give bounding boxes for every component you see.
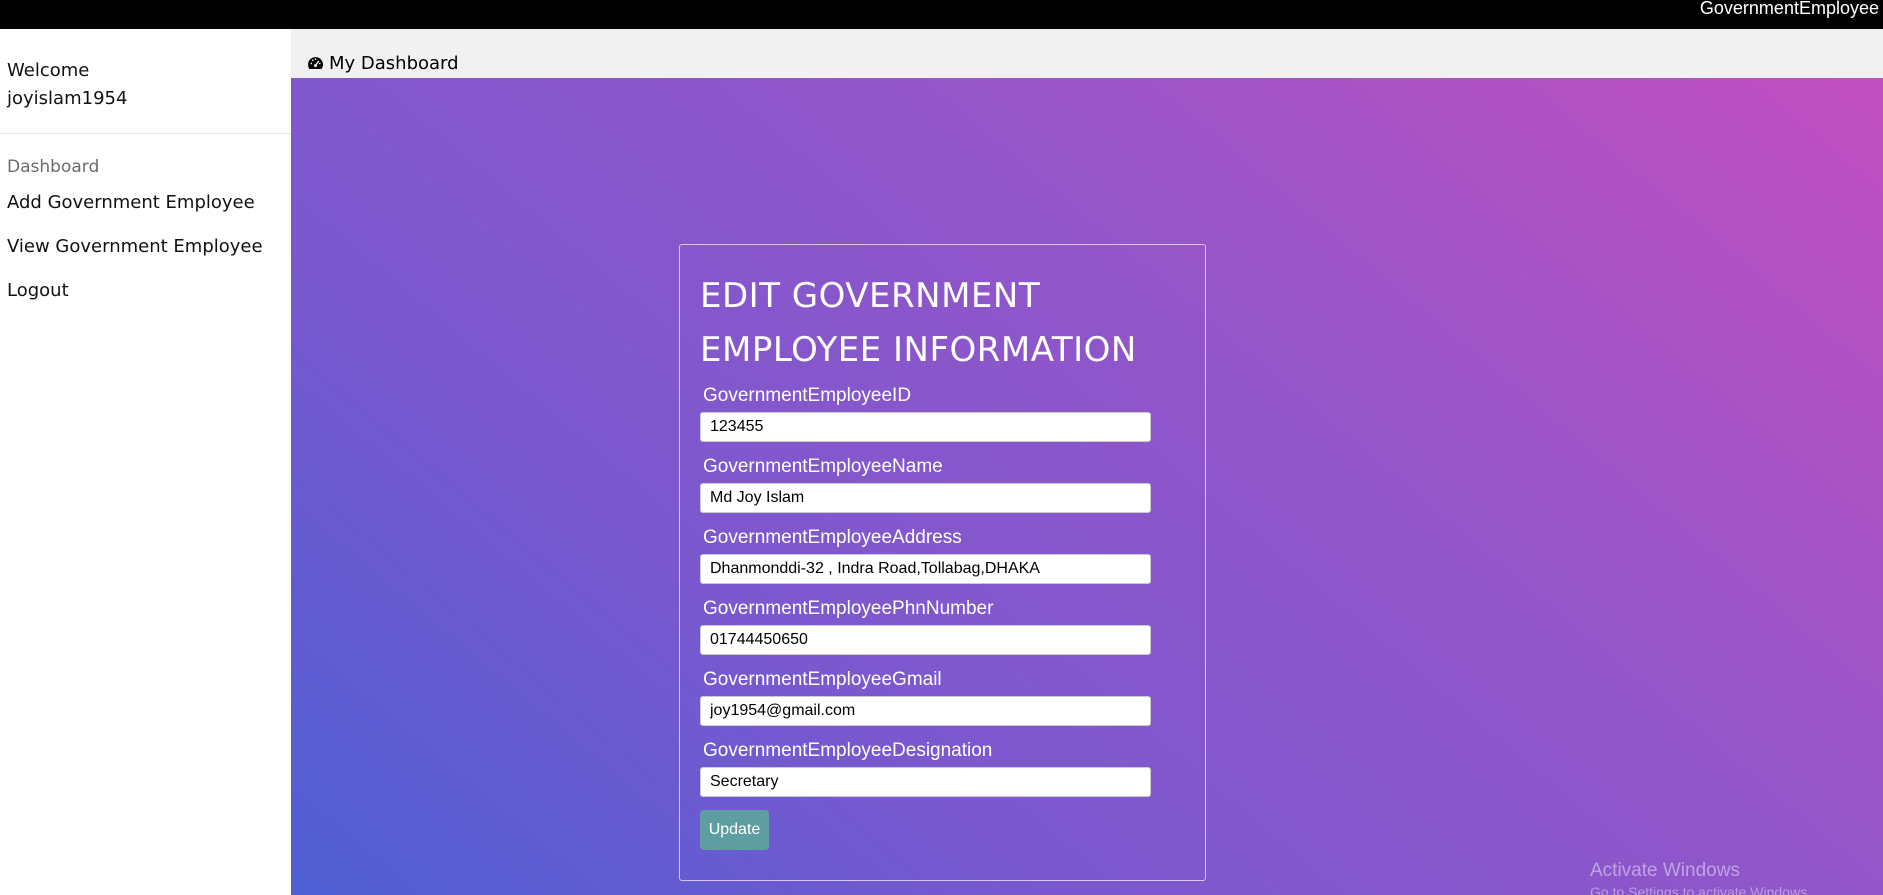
update-button[interactable]: Update — [700, 810, 769, 850]
activate-windows-watermark: Activate Windows — [1590, 860, 1740, 881]
employee-id-label: GovernmentEmployeeID — [703, 385, 912, 406]
sidebar: Welcome joyislam1954 Dashboard Add Gover… — [0, 29, 291, 895]
dashboard-title: My Dashboard — [329, 53, 459, 74]
activate-windows-subtitle: Go to Settings to activate Windows. — [1590, 884, 1811, 895]
top-navbar: GovernmentEmployee — [0, 0, 1883, 29]
sidebar-item-logout[interactable]: Logout — [7, 280, 69, 301]
sidebar-item-view-employee[interactable]: View Government Employee — [7, 236, 263, 257]
employee-name-input[interactable] — [700, 483, 1151, 513]
welcome-text: Welcome — [7, 60, 90, 81]
employee-phone-label: GovernmentEmployeePhnNumber — [703, 598, 994, 619]
username: joyislam1954 — [7, 88, 128, 109]
employee-id-input[interactable] — [700, 412, 1151, 442]
employee-designation-label: GovernmentEmployeeDesignation — [703, 740, 993, 761]
employee-gmail-label: GovernmentEmployeeGmail — [703, 669, 942, 690]
sidebar-item-add-employee[interactable]: Add Government Employee — [7, 192, 255, 213]
dashboard-header: My Dashboard — [291, 29, 1883, 78]
dashboard-icon — [308, 57, 323, 70]
sidebar-heading-dashboard: Dashboard — [7, 157, 100, 177]
form-title: EDIT GOVERNMENT EMPLOYEE INFORMATION — [700, 276, 1137, 370]
employee-name-label: GovernmentEmployeeName — [703, 456, 943, 477]
employee-designation-input[interactable] — [700, 767, 1151, 797]
main-content: My Dashboard EDIT GOVERNMENT EMPLOYEE IN… — [291, 29, 1883, 895]
employee-address-input[interactable] — [700, 554, 1151, 584]
employee-phone-input[interactable] — [700, 625, 1151, 655]
employee-gmail-input[interactable] — [700, 696, 1151, 726]
welcome-block: Welcome joyislam1954 — [7, 57, 127, 113]
brand-title[interactable]: GovernmentEmployee — [1700, 0, 1879, 17]
sidebar-divider — [0, 133, 291, 134]
employee-address-label: GovernmentEmployeeAddress — [703, 527, 962, 548]
edit-employee-form: EDIT GOVERNMENT EMPLOYEE INFORMATION Gov… — [679, 244, 1206, 881]
